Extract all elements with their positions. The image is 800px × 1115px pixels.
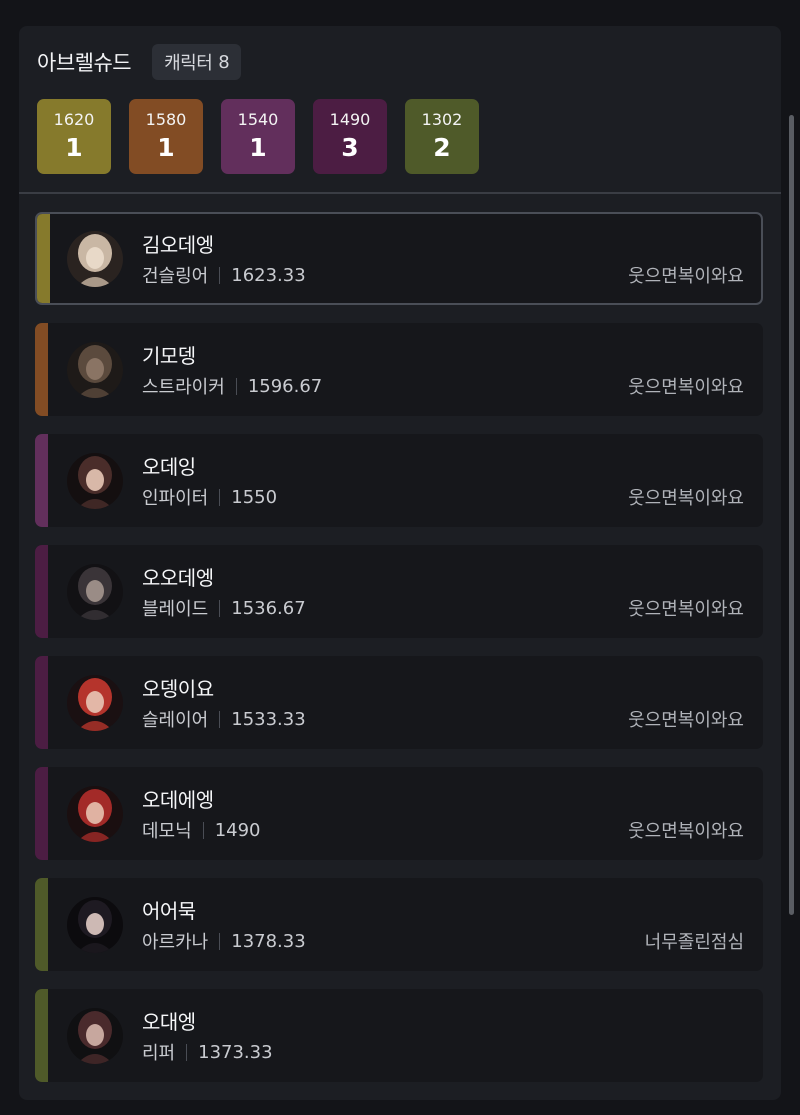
info-separator [219, 710, 221, 728]
item-level: 1550 [231, 486, 278, 508]
character-info: 데모닉 1490 [142, 817, 261, 843]
tier-count: 1 [65, 132, 83, 162]
character-class: 스트라이커 [142, 377, 225, 398]
info-separator [202, 821, 204, 839]
character-name: 오데에엥 [142, 788, 214, 812]
character-info: 인파이터 1550 [142, 484, 277, 510]
info-separator [235, 377, 237, 395]
character-class: 리퍼 [142, 1043, 176, 1064]
item-level: 1533.33 [231, 708, 306, 730]
character-info: 아르카나 1378.33 [142, 928, 306, 954]
character-name: 오뎅이요 [142, 677, 214, 701]
character-card[interactable]: 오오데엥블레이드 1536.67 웃으면복이와요 [35, 545, 763, 638]
tier-count: 1 [157, 132, 175, 162]
tier-accent-bar [35, 767, 48, 860]
reaper-portrait-icon [67, 1008, 123, 1064]
scrollbar[interactable] [789, 115, 794, 915]
info-separator [186, 1043, 188, 1061]
tier-accent-bar [35, 989, 48, 1082]
tier-level: 1490 [329, 109, 371, 129]
character-count-label: 캐릭터 [164, 53, 213, 74]
tier-level: 1620 [53, 109, 95, 129]
tier-level: 1540 [237, 109, 279, 129]
character-roster-panel: 아브렐슈드 캐릭터 8 1620 1 1580 1 1540 1 1490 3 … [19, 26, 781, 1100]
guild-name: 웃으면복이와요 [628, 599, 744, 620]
item-level-tier-filters: 1620 1 1580 1 1540 1 1490 3 1302 2 [37, 99, 497, 174]
info-separator [219, 488, 221, 506]
guild-name: 웃으면복이와요 [628, 710, 744, 731]
tier-accent-bar [35, 545, 48, 638]
character-list: 김오데엥 건슬링어 1623.33 웃으면복이와요 기모뎅 스트라이커 1596.67 웃으면… [35, 212, 763, 1100]
gunslinger-portrait-icon [67, 231, 123, 287]
character-card[interactable]: 기모뎅스트라이커 1596.67 웃으면복이와요 [35, 323, 763, 416]
character-count-badge: 캐릭터 8 [152, 44, 242, 80]
arcana-portrait-icon [67, 897, 123, 953]
character-class: 데모닉 [142, 821, 192, 842]
character-class: 건슬링어 [142, 266, 209, 287]
guild-name: 웃으면복이와요 [628, 821, 744, 842]
tier-chip-1540[interactable]: 1540 1 [221, 99, 295, 174]
tier-accent-bar [35, 434, 48, 527]
character-name: 어어묵 [142, 899, 196, 923]
character-card[interactable]: 오대엥리퍼 1373.33 [35, 989, 763, 1082]
item-level: 1378.33 [231, 930, 306, 952]
character-name: 김오데엥 [142, 233, 214, 257]
tier-accent-bar [35, 323, 48, 416]
tier-chip-1620[interactable]: 1620 1 [37, 99, 111, 174]
section-divider [19, 192, 781, 194]
info-separator [219, 266, 221, 284]
character-count-value: 8 [218, 51, 230, 73]
item-level: 1490 [214, 819, 261, 841]
tier-count: 1 [249, 132, 267, 162]
roster-header: 아브렐슈드 캐릭터 8 [37, 44, 242, 80]
tier-accent-bar [37, 214, 50, 303]
info-separator [219, 599, 221, 617]
tier-chip-1490[interactable]: 1490 3 [313, 99, 387, 174]
tier-level: 1302 [421, 109, 463, 129]
character-info: 슬레이어 1533.33 [142, 706, 306, 732]
character-info: 건슬링어 1623.33 [142, 262, 306, 288]
character-info: 블레이드 1536.67 [142, 595, 306, 621]
tier-level: 1580 [145, 109, 187, 129]
tier-accent-bar [35, 878, 48, 971]
blade-portrait-icon [67, 564, 123, 620]
tier-chip-1580[interactable]: 1580 1 [129, 99, 203, 174]
character-class: 인파이터 [142, 488, 209, 509]
character-info: 리퍼 1373.33 [142, 1039, 273, 1065]
infighter-portrait-icon [67, 453, 123, 509]
info-separator [219, 932, 221, 950]
striker-portrait-icon [67, 342, 123, 398]
demonic-portrait-icon [67, 786, 123, 842]
item-level: 1373.33 [198, 1041, 273, 1063]
character-name: 오오데엥 [142, 566, 214, 590]
server-name: 아브렐슈드 [37, 51, 132, 75]
character-card[interactable]: 어어묵아르카나 1378.33 너무졸린점심 [35, 878, 763, 971]
tier-chip-1302[interactable]: 1302 2 [405, 99, 479, 174]
guild-name: 웃으면복이와요 [628, 377, 744, 398]
tier-count: 3 [341, 132, 359, 162]
character-card[interactable]: 오데잉인파이터 1550 웃으면복이와요 [35, 434, 763, 527]
tier-count: 2 [433, 132, 451, 162]
guild-name: 웃으면복이와요 [628, 488, 744, 509]
guild-name: 너무졸린점심 [644, 932, 744, 953]
character-card[interactable]: 김오데엥건슬링어 1623.33 웃으면복이와요 [35, 212, 763, 305]
character-card[interactable]: 오데에엥데모닉 1490 웃으면복이와요 [35, 767, 763, 860]
guild-name: 웃으면복이와요 [628, 266, 744, 287]
character-name: 기모뎅 [142, 344, 196, 368]
item-level: 1536.67 [231, 597, 306, 619]
slayer-portrait-icon [67, 675, 123, 731]
character-info: 스트라이커 1596.67 [142, 373, 322, 399]
item-level: 1623.33 [231, 264, 306, 286]
character-name: 오데잉 [142, 455, 196, 479]
character-class: 아르카나 [142, 932, 209, 953]
item-level: 1596.67 [247, 375, 323, 397]
character-class: 블레이드 [142, 599, 209, 620]
character-name: 오대엥 [142, 1010, 196, 1034]
character-class: 슬레이어 [142, 710, 209, 731]
character-card[interactable]: 오뎅이요슬레이어 1533.33 웃으면복이와요 [35, 656, 763, 749]
tier-accent-bar [35, 656, 48, 749]
